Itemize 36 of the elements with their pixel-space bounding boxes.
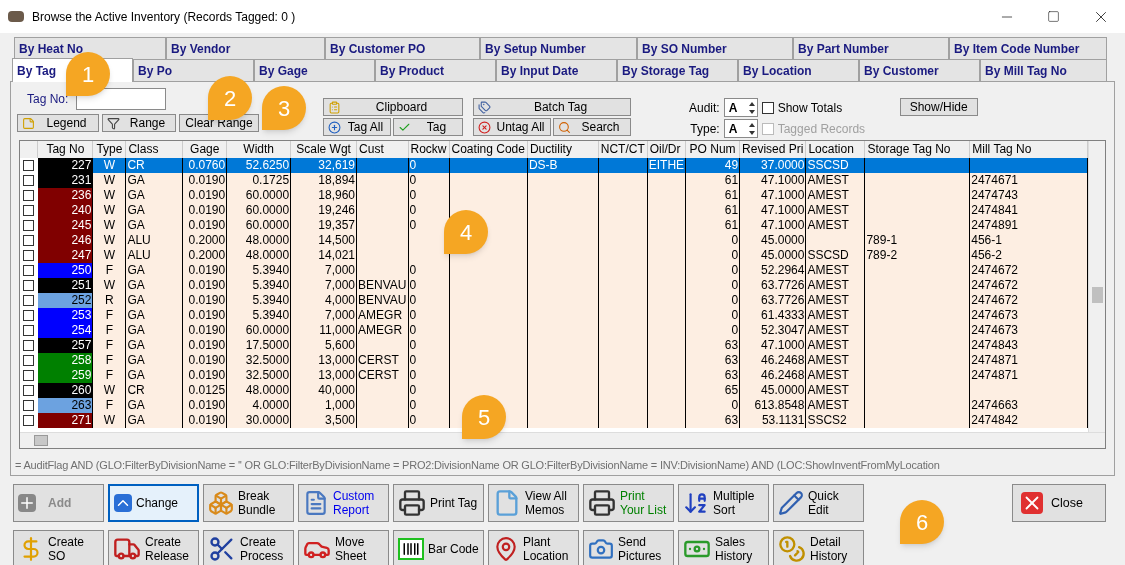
callout-tooltip: 6 (900, 500, 944, 544)
tag-cell: 240 (38, 203, 93, 218)
audit-label: Audit: (689, 99, 720, 117)
table-cell: 0.0190 (182, 413, 227, 428)
tag-cell: 247 (38, 248, 93, 263)
tag-cell: 245 (38, 218, 93, 233)
checkbox-label: Show Totals (777, 99, 843, 117)
tag-cell: 231 (38, 173, 93, 188)
tag-cell: 250 (38, 263, 93, 278)
window-title: Browse the Active Inventory (Records Tagged: 0 ) (32, 8, 296, 26)
table-cell: 30.0000 (226, 413, 291, 428)
table-cell: 3,500 (290, 413, 357, 428)
tag-cell: 251 (38, 278, 93, 293)
table-cell: GA (125, 413, 183, 428)
table-cell: 0 (408, 413, 450, 428)
table-cell: SSCS2 (805, 413, 865, 428)
table-cell: 2474842 (969, 413, 1088, 428)
tag-no-label: Tag No: (27, 91, 69, 108)
tag-cell: 227 (38, 158, 93, 173)
table-cell: W (92, 413, 126, 428)
tag-cell: 263 (38, 398, 93, 413)
tag-cell: 246 (38, 233, 93, 248)
tag-cell: 257 (38, 338, 93, 353)
tag-cell: 254 (38, 323, 93, 338)
tag-cell: 258 (38, 353, 93, 368)
type-label: Type: (690, 120, 720, 138)
tag-cell: 252 (38, 293, 93, 308)
table-cell: 53.1131 (739, 413, 806, 428)
tag-cell: 260 (38, 383, 93, 398)
tag-cell: 236 (38, 188, 93, 203)
tag-cell: 271 (38, 413, 93, 428)
filter-expression: = AuditFlag AND (GLO:FilterByDivisionName = '' OR GLO:FilterByDivisionName = PRO2:DivisionName OR GLO:FilterByDivisionName = INV:DivisionName) AND (LOC:ShowInventFromMyLocation (15, 457, 940, 473)
table-cell: 63 (685, 413, 740, 428)
tag-cell: 253 (38, 308, 93, 323)
checkbox-label: Tagged Records (777, 120, 866, 138)
tag-cell: 259 (38, 368, 93, 383)
